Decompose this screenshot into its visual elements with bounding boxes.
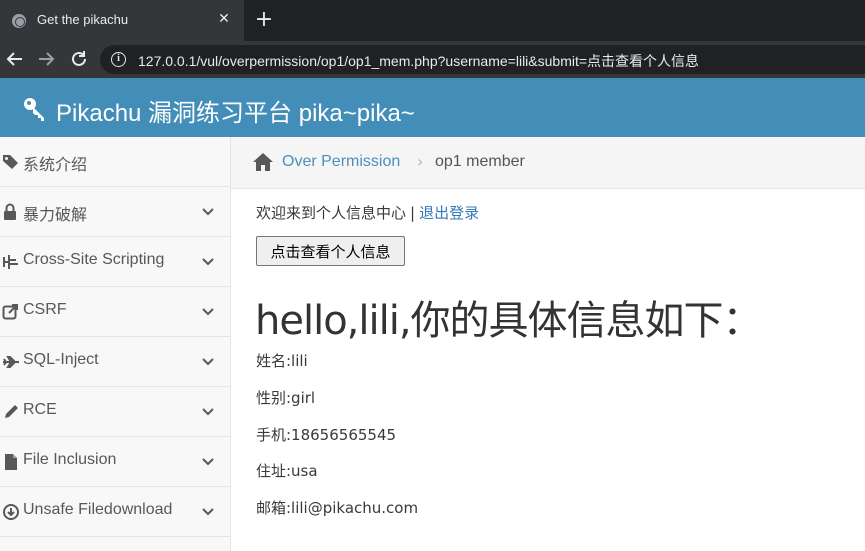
browser-tab[interactable]: Get the pikachu ✕ — [0, 0, 244, 41]
welcome-line: 欢迎来到个人信息中心 | 退出登录 — [256, 202, 479, 223]
tab-title: Get the pikachu — [37, 12, 129, 27]
sidebar-item-file-inclusion[interactable]: File Inclusion — [0, 437, 230, 487]
sidebar-item-label: Cross-Site Scripting — [23, 251, 165, 268]
download-icon — [2, 503, 20, 521]
sidebar-item-xss[interactable]: Cross-Site Scripting — [0, 237, 230, 287]
browser-tab-bar: Get the pikachu ✕ + — [0, 0, 865, 41]
sidebar-item-sql-inject[interactable]: SQL-Inject — [0, 337, 230, 387]
chevron-down-icon — [200, 254, 216, 270]
back-icon[interactable] — [3, 47, 27, 71]
info-name: 姓名:lili — [256, 352, 308, 370]
info-icon[interactable]: i — [111, 52, 126, 67]
new-tab-button[interactable]: + — [252, 8, 276, 32]
file-icon — [2, 453, 20, 471]
info-email: 邮箱:lili@pikachu.com — [256, 499, 419, 517]
site-title[interactable]: Pikachu 漏洞练习平台 pika~pika~ — [56, 93, 415, 128]
globe-icon — [12, 14, 26, 28]
site-header: Pikachu 漏洞练习平台 pika~pika~ — [0, 78, 865, 137]
logout-link[interactable]: 退出登录 — [419, 204, 479, 222]
sidebar: 系统介绍 暴力破解 Cross-Site Scripting CSRF SQL-… — [0, 137, 231, 551]
sidebar-item-label: CSRF — [23, 301, 67, 318]
info-gender: 性别:girl — [256, 389, 316, 407]
divider: | — [410, 204, 416, 222]
chevron-down-icon — [200, 404, 216, 420]
sidebar-item-label: Unsafe Filedownload — [23, 501, 173, 518]
url-text[interactable]: 127.0.0.1/vul/overpermission/op1/op1_mem… — [138, 51, 699, 71]
breadcrumb-link-over-permission[interactable]: Over Permission — [282, 153, 400, 171]
key-icon — [22, 96, 48, 122]
home-icon[interactable] — [252, 152, 274, 172]
hello-heading: hello,lili,你的具体信息如下： — [255, 298, 763, 344]
forward-icon[interactable] — [34, 47, 58, 71]
chevron-down-icon — [200, 354, 216, 370]
browser-toolbar: i 127.0.0.1/vul/overpermission/op1/op1_m… — [0, 41, 865, 78]
sidebar-item-label: 暴力破解 — [23, 207, 88, 224]
breadcrumb-current: op1 member — [435, 153, 525, 170]
sidebar-item-unsafe-filedownload[interactable]: Unsafe Filedownload — [0, 487, 230, 537]
sidebar-item-label: File Inclusion — [23, 451, 117, 468]
plane-icon — [2, 353, 20, 371]
tags-icon — [2, 153, 20, 171]
breadcrumb: Over Permission › op1 member — [231, 137, 865, 189]
sidebar-item-rce[interactable]: RCE — [0, 387, 230, 437]
chevron-down-icon — [200, 504, 216, 520]
chevron-down-icon — [200, 454, 216, 470]
pencil-icon — [2, 403, 20, 421]
reload-icon[interactable] — [67, 47, 91, 71]
chevron-down-icon — [200, 204, 216, 220]
address-bar[interactable]: i 127.0.0.1/vul/overpermission/op1/op1_m… — [100, 45, 865, 74]
sidebar-item-csrf[interactable]: CSRF — [0, 287, 230, 337]
sidebar-item-brute-force[interactable]: 暴力破解 — [0, 187, 230, 237]
sidebar-item-intro[interactable]: 系统介绍 — [0, 137, 230, 187]
sidebar-item-label: 系统介绍 — [23, 157, 88, 174]
lock-icon — [2, 203, 20, 221]
sidebar-item-label: RCE — [23, 401, 57, 418]
info-phone: 手机:18656565545 — [256, 426, 397, 444]
chevron-down-icon — [200, 304, 216, 320]
share-icon — [2, 303, 20, 321]
sitemap-icon — [2, 253, 20, 271]
info-address: 住址:usa — [256, 462, 318, 480]
breadcrumb-separator: › — [417, 152, 424, 171]
sidebar-item-label: SQL-Inject — [23, 351, 99, 368]
close-icon[interactable]: ✕ — [214, 9, 234, 29]
welcome-text: 欢迎来到个人信息中心 — [256, 204, 407, 222]
view-info-button[interactable]: 点击查看个人信息 — [256, 236, 405, 266]
